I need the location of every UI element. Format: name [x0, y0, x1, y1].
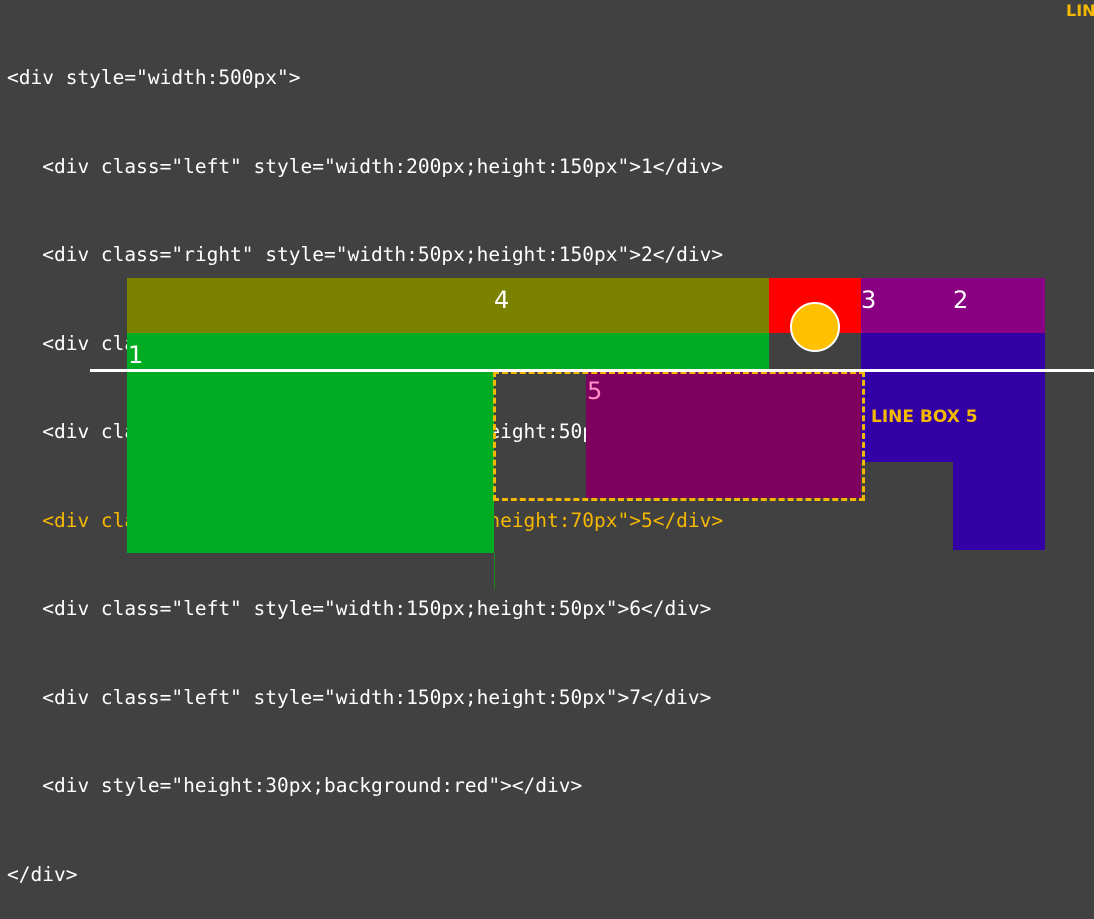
float-box-4: 4 [127, 278, 769, 333]
code-line: <div class="right" style="width:50px;hei… [7, 243, 724, 266]
float-box-2: 2 [953, 278, 1045, 333]
code-line: <div style="height:30px;background:red">… [7, 774, 583, 797]
box-4-label: 4 [494, 286, 510, 314]
code-line: <div class="left" style="width:150px;hei… [7, 597, 712, 620]
box-1-label: 1 [128, 341, 144, 369]
marker-circle [790, 302, 840, 352]
code-line: <div style="width:500px"> [7, 66, 301, 89]
line-box-top-line [90, 369, 1094, 372]
box-2-label: 2 [953, 286, 969, 314]
line-box-outline [493, 371, 865, 501]
corner-label: LIN [1066, 1, 1094, 20]
float-box-1-upper-extension [494, 333, 769, 371]
box-3-label: 3 [861, 286, 877, 314]
float-box-2-lower [953, 462, 1045, 550]
box-edge-line [494, 553, 495, 589]
line-box-label: LINE BOX 5 [871, 407, 978, 427]
float-box-3: 3 [861, 278, 953, 333]
float-box-2-3-lower [861, 333, 1045, 462]
code-line: <div class="left" style="width:200px;hei… [7, 154, 724, 178]
code-line: <div class="left" style="width:150px;hei… [7, 685, 712, 709]
float-box-1: 1 [127, 333, 494, 553]
code-line: </div> [7, 862, 78, 886]
